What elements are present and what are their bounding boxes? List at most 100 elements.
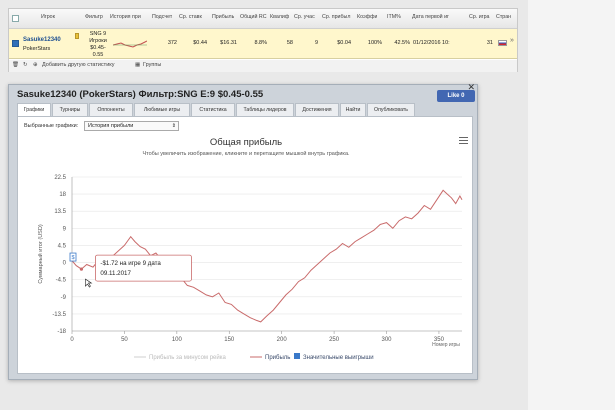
avg-part-cell: 9 (314, 40, 318, 46)
y-tick-label: -4.5 (56, 278, 67, 284)
x-tick-label: 200 (277, 337, 288, 343)
x-tick-label: 100 (172, 337, 183, 343)
filter-line: SNG 9 (89, 31, 107, 37)
y-tick-label: 18 (59, 192, 66, 198)
legend-profit: Прибыль (265, 355, 290, 361)
chart-subtitle: Чтобы увеличить изображение, кликните и … (142, 150, 350, 157)
row-menu-icon[interactable]: » (510, 37, 514, 44)
count-cell: 372 (167, 40, 177, 46)
tooltip-box (95, 254, 192, 282)
col-header[interactable]: Квалиф (270, 14, 289, 20)
tab-leaderboards[interactable]: Таблицы лидеров (236, 103, 294, 116)
groups-icon[interactable]: ▦ (135, 62, 140, 68)
tab-find[interactable]: Найти (340, 103, 366, 116)
filter-line: $0.45- (90, 45, 106, 51)
player-site: PokerStars (23, 46, 51, 52)
tab-achievements[interactable]: Достижения (295, 103, 339, 116)
profit-chart[interactable]: Общая прибыль Чтобы увеличить изображение… (22, 133, 470, 371)
russia-flag-icon (498, 40, 507, 46)
col-header[interactable]: Подсчет (152, 14, 172, 20)
graph-select-label: Выбранные графики: (24, 123, 79, 129)
tab-publish[interactable]: Опубликовать (367, 103, 415, 116)
tooltip-line-1: -$1.72 на игре 9 дата (100, 260, 161, 267)
x-tick-label: 0 (70, 337, 74, 343)
tab-statistics[interactable]: Статистика (191, 103, 235, 116)
x-tick-label: 250 (329, 337, 340, 343)
profit-sparkline[interactable] (113, 39, 147, 49)
chart-svg[interactable]: Общая прибыль Чтобы увеличить изображение… (22, 133, 470, 371)
chart-menu-icon[interactable] (459, 137, 468, 144)
avg-stake-cell: $0.44 (193, 40, 207, 46)
groups-button[interactable]: Группы (143, 62, 161, 68)
y-tick-label: 0 (63, 261, 67, 267)
col-header[interactable]: История при (110, 14, 148, 20)
y-tick-label: -18 (57, 329, 66, 335)
col-header[interactable]: Ср. ставк (179, 14, 207, 20)
refresh-icon[interactable]: ↻ (23, 62, 28, 68)
legend-big-wins: Значительные выигрыши (303, 355, 374, 361)
y-tick-label: 4.5 (58, 243, 67, 249)
add-stat-button[interactable]: Добавить другую статистику (42, 62, 115, 68)
col-header[interactable]: Прибыль (212, 14, 234, 20)
col-header[interactable]: Ср. учас (294, 14, 320, 20)
add-stat-icon[interactable]: ⊕ (33, 62, 38, 68)
facebook-like-button[interactable]: Like 0 (437, 90, 475, 102)
qualif-cell: 58 (286, 40, 293, 46)
col-header[interactable]: Общий RC (240, 14, 268, 20)
chevron-down-icon: ⇕ (171, 123, 176, 129)
col-header[interactable]: Коэффи (357, 14, 377, 20)
x-axis-label: Номер игры (432, 342, 460, 348)
tab-opponents[interactable]: Оппоненты (89, 103, 133, 116)
y-tick-label: 22.5 (54, 175, 66, 181)
table-row[interactable]: Sasuke12340 PokerStars SNG 9 Игроки $0.4… (9, 29, 517, 59)
delete-icon[interactable]: 🗑 (12, 62, 19, 68)
y-tick-label: 13.5 (54, 209, 66, 215)
y-tick-label: 9 (63, 226, 67, 232)
y-axis-label: Суммарный итог (USD) (37, 224, 44, 283)
col-header[interactable]: Дата первой иг (412, 14, 464, 20)
graph-select[interactable]: История прибыли ⇕ (84, 121, 179, 131)
tab-favorite-games[interactable]: Любимые игры (134, 103, 190, 116)
col-header[interactable]: Игрок (41, 14, 55, 20)
filter-icon[interactable] (75, 33, 79, 39)
graph-select-value: История прибыли (88, 123, 134, 129)
x-tick-label: 150 (224, 337, 235, 343)
tab-graphs[interactable]: Графики (17, 103, 51, 116)
player-graph-popup: Sasuke12340 (PokerStars) Фильтр:SNG E:9 … (8, 82, 478, 380)
like-label: Like 0 (447, 93, 465, 99)
tooltip-line-2: 09.11.2017 (100, 270, 131, 277)
coef-cell: 100% (367, 40, 382, 46)
col-header[interactable]: Ср. прибыл (322, 14, 352, 20)
grid-toolbar: 🗑 ↻ ⊕ Добавить другую статистику ▦ Групп… (9, 60, 517, 72)
legend-net-profit: Прибыль за минусом рейка (149, 354, 227, 361)
legend-marker-big-wins (294, 353, 300, 359)
col-header[interactable]: Фильтр (85, 14, 103, 20)
window-background (528, 0, 615, 410)
y-tick-label: -9 (61, 295, 67, 301)
mouse-cursor-icon (85, 278, 93, 288)
popup-tabs: Графики Турниры Оппоненты Любимые игры С… (17, 103, 477, 116)
big-win-flag-label: $ (71, 255, 74, 261)
profit-cell: $16.31 (220, 40, 237, 46)
popup-title: Sasuke12340 (PokerStars) Фильтр:SNG E:9 … (17, 89, 264, 100)
select-all-checkbox[interactable] (12, 15, 19, 22)
player-name-link[interactable]: Sasuke12340 (23, 37, 61, 43)
y-tick-label: -13.5 (52, 312, 66, 318)
chart-title: Общая прибыль (210, 137, 282, 148)
col-header[interactable]: Ср. игра (469, 14, 493, 20)
first-date-cell: 01/12/2016 10: (413, 40, 450, 46)
filter-line: 0.55 (92, 52, 104, 58)
grid-header: Игрок Фильтр История при Подсчет Ср. ста… (9, 9, 517, 29)
avg-game-cell: 31 (486, 40, 493, 46)
row-checkbox[interactable] (12, 40, 19, 47)
graphs-panel: Выбранные графики: История прибыли ⇕ Общ… (17, 116, 473, 374)
roi-cell: 8.8% (254, 40, 267, 46)
hover-point (79, 267, 84, 271)
filter-line: Игроки (89, 38, 107, 44)
avg-profit-cell: $0.04 (337, 40, 351, 46)
tab-tournaments[interactable]: Турниры (52, 103, 88, 116)
col-header[interactable]: ITM% (387, 14, 401, 20)
x-tick-label: 300 (382, 337, 393, 343)
x-tick-label: 50 (121, 337, 128, 343)
col-header[interactable]: Стран (496, 14, 516, 20)
